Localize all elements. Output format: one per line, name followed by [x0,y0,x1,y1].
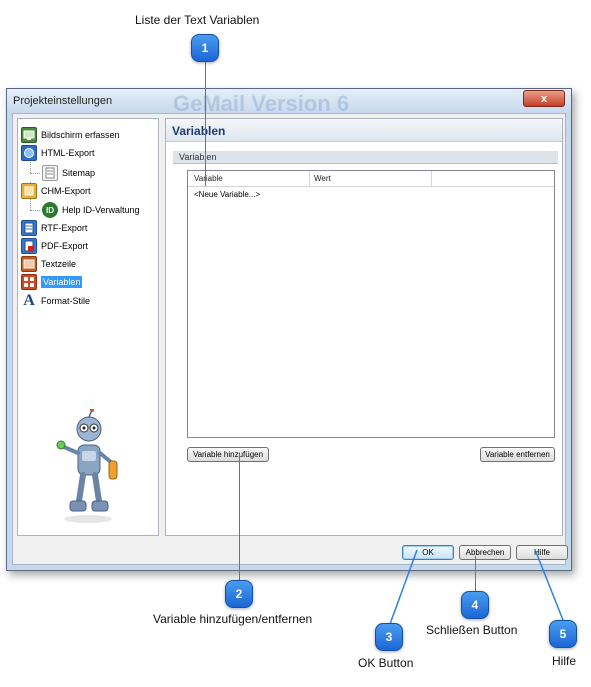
callout-line-5 [535,551,564,621]
tree-item-sitemap[interactable]: Sitemap [42,164,95,182]
annotation-help: Hilfe [552,654,577,668]
variables-panel: Variablen Variablen Variable Wert <Neue … [165,118,563,536]
annotation-ok: OK Button [358,656,414,670]
tree-item-label: HTML-Export [41,148,95,158]
panel-title: Variablen [172,124,226,138]
column-separator [431,171,432,187]
format-styles-icon: A [23,292,35,309]
tree-item-label: Bildschirm erfassen [41,130,120,140]
section-header: Variablen [173,151,558,164]
callout-line-4 [475,556,476,591]
sitemap-icon [42,165,58,181]
callout-badge-2: 2 [225,580,253,608]
tree-item-label: RTF-Export [41,223,88,233]
tree-item-pdf-export[interactable]: PDF-Export [21,237,88,255]
robot-mascot-illustration [56,409,118,523]
tree-item-label: CHM-Export [41,186,91,196]
column-header-variable[interactable]: Variable [194,174,223,183]
pdf-export-icon [21,238,37,254]
tree-item-variables[interactable]: Variablen [21,273,83,291]
close-icon: x [540,92,548,105]
grid-header-row: Variable Wert [188,171,554,187]
tree-item-label: Variablen [41,276,83,288]
screen-capture-icon [21,127,37,143]
cancel-button[interactable]: Abbrechen [459,545,511,560]
textline-icon [21,256,37,272]
annotation-close: Schließen Button [426,623,518,637]
tree-item-label: Help ID-Verwaltung [62,205,140,215]
tree-item-label: Format-Stile [41,296,91,306]
remove-variable-button[interactable]: Variable entfernen [480,447,555,462]
tree-item-label: Sitemap [62,168,96,178]
callout-badge-1: 1 [191,34,219,62]
tree-item-rtf-export[interactable]: RTF-Export [21,219,87,237]
annotation-list-title: Liste der Text Variablen [135,13,260,27]
html-export-icon [21,145,37,161]
tree-item-chm-export[interactable]: CHM-Export [21,182,91,200]
window-title: Projekteinstellungen [13,95,113,107]
tree-item-screen-capture[interactable]: Bildschirm erfassen [21,126,120,144]
tree-item-label: PDF-Export [41,241,89,251]
tree-item-help-id[interactable]: ID Help ID-Verwaltung [42,201,140,219]
callout-line-3 [389,549,418,625]
window-close-button[interactable]: x [523,90,565,107]
chm-export-icon [21,183,37,199]
title-bar[interactable]: Projekteinstellungen GeMail Version 6 x [7,89,571,116]
tree-item-format-styles[interactable]: A Format-Stile [21,292,90,310]
callout-badge-3: 3 [375,623,403,651]
new-variable-row[interactable]: <Neue Variable...> [194,190,260,199]
tree-connector [30,210,40,211]
variables-icon [21,274,37,290]
callout-badge-5: 5 [549,620,577,648]
tree-item-label: Textzeile [41,259,77,269]
variables-grid[interactable]: Variable Wert <Neue Variable...> [187,170,555,438]
callout-badge-4: 4 [461,591,489,619]
column-separator [309,171,310,187]
tree-item-textline[interactable]: Textzeile [21,255,76,273]
settings-navigation-tree: Bildschirm erfassen HTML-Export Sitemap … [17,118,159,536]
callout-line-1 [205,62,206,186]
callout-line-2 [239,454,240,580]
panel-header: Variablen [166,119,562,142]
tree-connector [30,173,40,174]
section-header-label: Variablen [179,152,217,162]
rtf-export-icon [21,220,37,236]
settings-window: Projekteinstellungen GeMail Version 6 x … [6,88,572,571]
column-header-value[interactable]: Wert [314,174,331,183]
dialog-client-area: Bildschirm erfassen HTML-Export Sitemap … [12,113,568,565]
annotation-add-remove: Variable hinzufügen/entfernen [153,612,313,626]
tree-item-html-export[interactable]: HTML-Export [21,144,95,162]
add-variable-button[interactable]: Variable hinzufügen [187,447,269,462]
help-id-icon: ID [42,202,58,218]
